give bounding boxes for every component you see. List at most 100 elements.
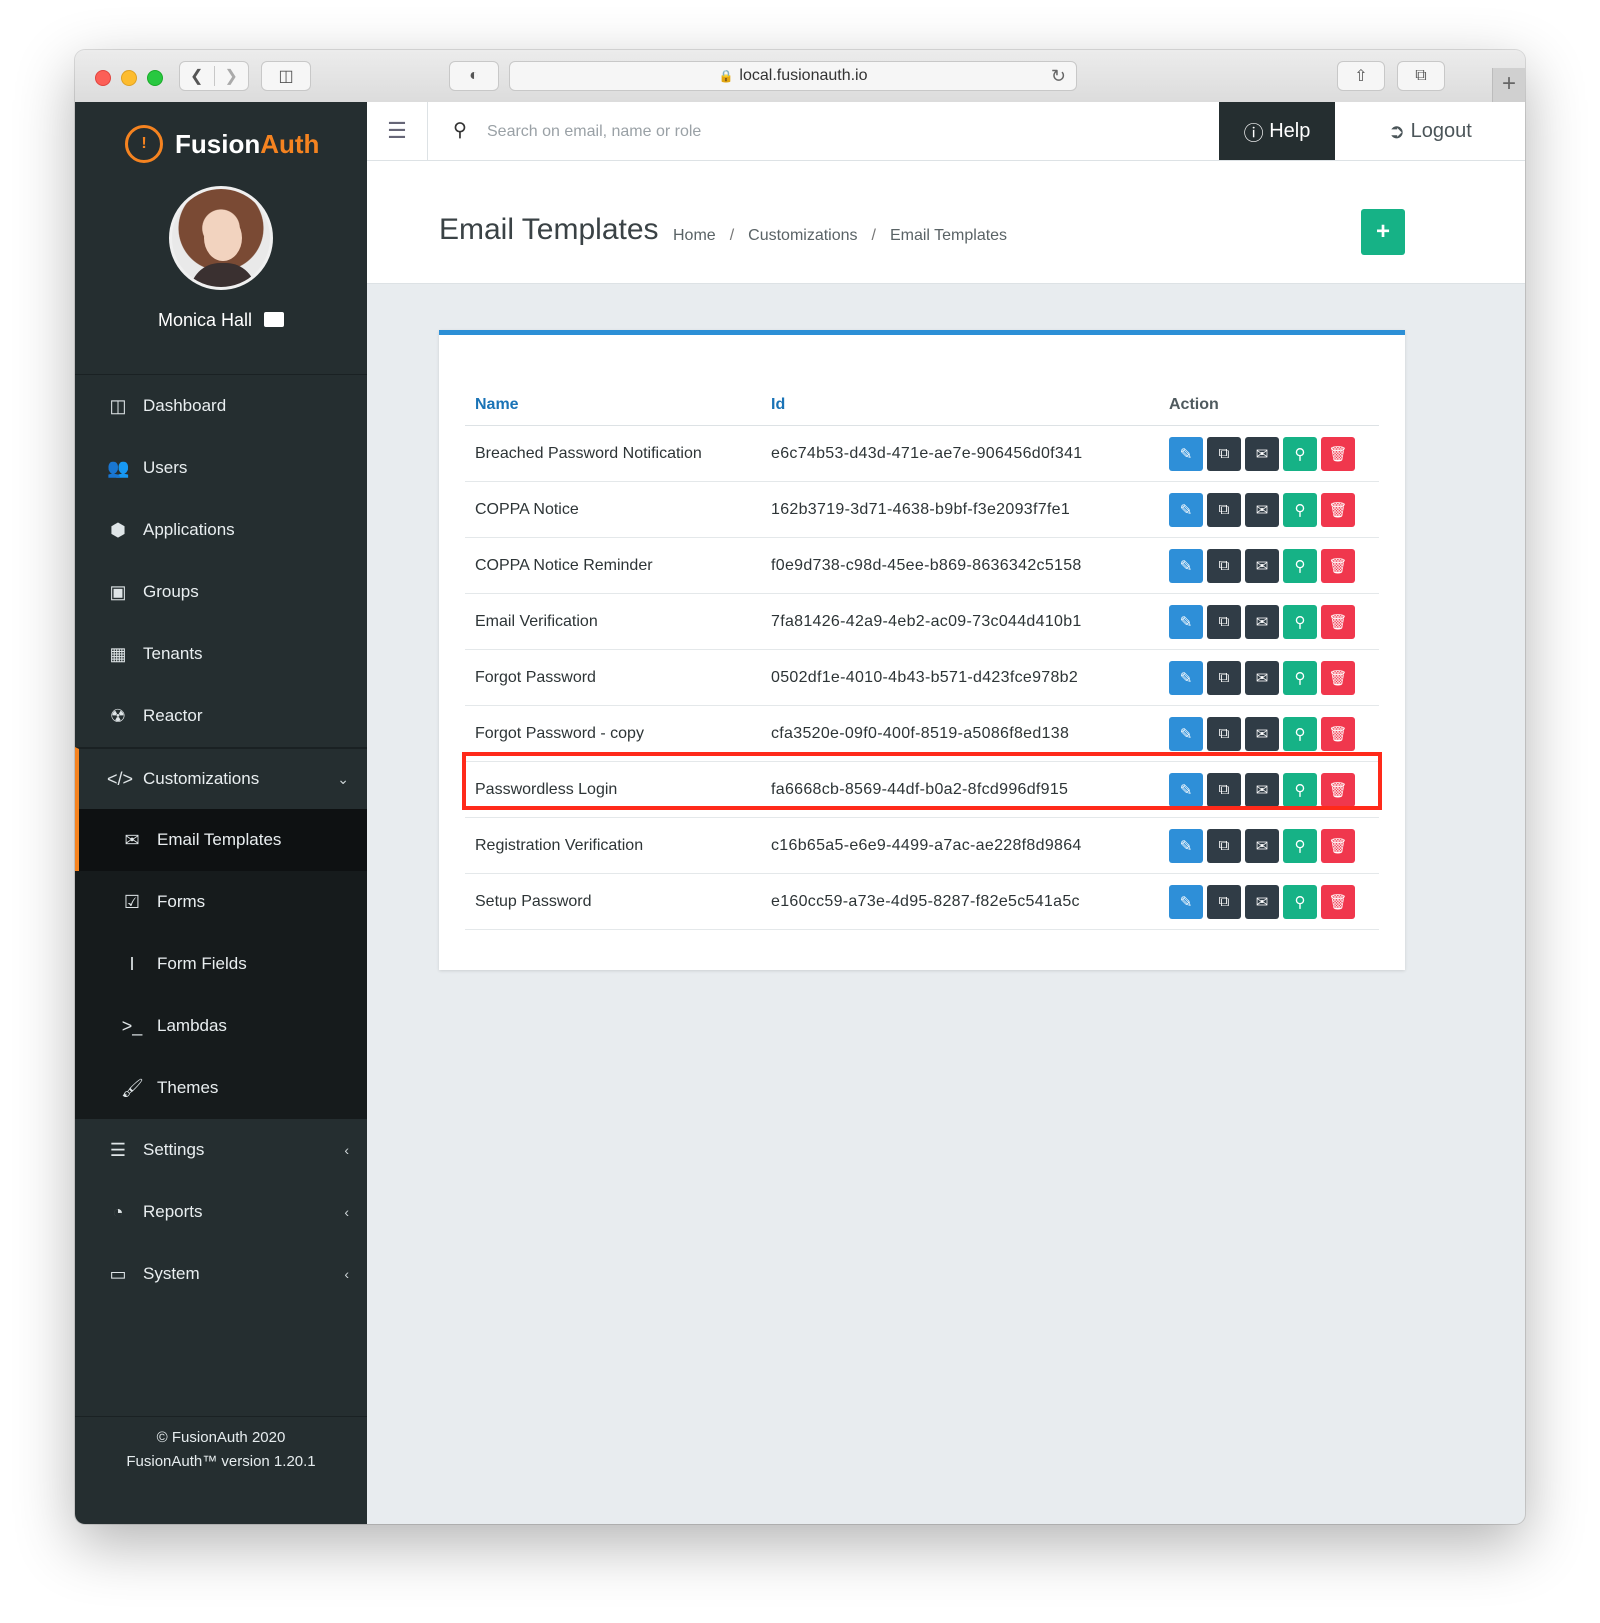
breadcrumb-customizations[interactable]: Customizations	[748, 227, 857, 244]
sidebar-item-email-templates[interactable]: ✉ Email Templates	[75, 809, 367, 871]
send-test-button[interactable]: ✉	[1245, 828, 1279, 863]
view-button[interactable]: ⚲	[1283, 604, 1317, 639]
sidebar-item-dashboard[interactable]: ◫ Dashboard	[75, 375, 367, 437]
send-test-button[interactable]: ✉	[1245, 492, 1279, 527]
delete-button[interactable]: 🗑	[1321, 660, 1355, 695]
delete-button[interactable]: 🗑	[1321, 492, 1355, 527]
send-test-button[interactable]: ✉	[1245, 772, 1279, 807]
delete-button[interactable]: 🗑	[1321, 436, 1355, 471]
duplicate-button[interactable]: ⧉	[1207, 548, 1241, 583]
sidebar-item-applications[interactable]: ⬢ Applications	[75, 499, 367, 561]
delete-button[interactable]: 🗑	[1321, 716, 1355, 751]
address-bar[interactable]: 🔒 local.fusionauth.io ↻	[509, 61, 1077, 91]
add-template-button[interactable]: +	[1361, 209, 1405, 255]
edit-button[interactable]: ✎	[1169, 716, 1203, 751]
envelope-icon: ✉	[1255, 445, 1269, 463]
view-button[interactable]: ⚲	[1283, 828, 1317, 863]
duplicate-button[interactable]: ⧉	[1207, 828, 1241, 863]
brand-logo[interactable]: ! FusionAuth	[125, 124, 319, 164]
sidebar-item-settings[interactable]: ☰ Settings ‹	[75, 1119, 367, 1181]
view-button[interactable]: ⚲	[1283, 436, 1317, 471]
building-icon: ▦	[109, 643, 127, 664]
search-input[interactable]	[485, 116, 1089, 148]
view-button[interactable]: ⚲	[1283, 660, 1317, 695]
sign-out-icon: ➲	[1388, 120, 1411, 143]
tabs-overview-button[interactable]: ⧉	[1397, 61, 1445, 91]
send-test-button[interactable]: ✉	[1245, 548, 1279, 583]
sidebar-item-system[interactable]: ▭ System ‹	[75, 1243, 367, 1305]
text-cursor-icon: I	[129, 953, 135, 974]
sidebar-toggle-button[interactable]: ◫	[261, 61, 311, 91]
send-test-button[interactable]: ✉	[1245, 436, 1279, 471]
sidebar-item-users[interactable]: 👥 Users	[75, 437, 367, 499]
edit-button[interactable]: ✎	[1169, 828, 1203, 863]
send-test-button[interactable]: ✉	[1245, 716, 1279, 751]
edit-button[interactable]: ✎	[1169, 884, 1203, 919]
page-header: Email Templates Home / Customizations / Emai…	[367, 161, 1525, 284]
id-card-icon[interactable]	[264, 312, 285, 327]
duplicate-button[interactable]: ⧉	[1207, 604, 1241, 639]
avatar[interactable]	[169, 186, 273, 290]
table-row: Email Verification 7fa81426-42a9-4eb2-ac0…	[465, 593, 1379, 650]
privacy-shield-button[interactable]: ◐	[449, 61, 499, 91]
sidebar-item-forms[interactable]: ☑ Forms	[75, 871, 367, 933]
menu-toggle-icon[interactable]: ☰	[367, 102, 428, 160]
edit-button[interactable]: ✎	[1169, 492, 1203, 527]
view-button[interactable]: ⚲	[1283, 772, 1317, 807]
view-button[interactable]: ⚲	[1283, 492, 1317, 527]
view-button[interactable]: ⚲	[1283, 548, 1317, 583]
send-test-button[interactable]: ✉	[1245, 660, 1279, 695]
duplicate-button[interactable]: ⧉	[1207, 492, 1241, 527]
column-header-id[interactable]: Id	[761, 385, 1159, 426]
sidebar-item-tenants[interactable]: ▦ Tenants	[75, 623, 367, 685]
users-icon: 👥	[107, 457, 130, 478]
share-button[interactable]: ⇧	[1337, 61, 1385, 91]
duplicate-button[interactable]: ⧉	[1207, 716, 1241, 751]
edit-icon: ✎	[1179, 613, 1193, 631]
delete-button[interactable]: 🗑	[1321, 772, 1355, 807]
fusionauth-logo-icon: !	[125, 125, 163, 163]
edit-icon: ✎	[1179, 557, 1193, 575]
edit-button[interactable]: ✎	[1169, 660, 1203, 695]
send-test-button[interactable]: ✉	[1245, 604, 1279, 639]
reload-icon[interactable]: ↻	[1051, 66, 1066, 87]
zoom-window-button[interactable]	[147, 70, 163, 86]
edit-button[interactable]: ✎	[1169, 604, 1203, 639]
help-button[interactable]: ⓘ Help	[1219, 102, 1335, 160]
new-tab-button[interactable]: +	[1492, 68, 1525, 102]
duplicate-button[interactable]: ⧉	[1207, 660, 1241, 695]
duplicate-button[interactable]: ⧉	[1207, 772, 1241, 807]
minimize-window-button[interactable]	[121, 70, 137, 86]
edit-button[interactable]: ✎	[1169, 436, 1203, 471]
sidebar-item-reports[interactable]: ◔ Reports ‹	[75, 1181, 367, 1243]
sidebar-item-form-fields[interactable]: I Form Fields	[75, 933, 367, 995]
trash-icon: 🗑	[1328, 613, 1348, 631]
breadcrumb-home[interactable]: Home	[673, 227, 716, 244]
column-header-name[interactable]: Name	[465, 385, 761, 426]
groups-icon: ▣	[109, 581, 127, 602]
delete-button[interactable]: 🗑	[1321, 548, 1355, 583]
forward-icon[interactable]: ❯	[213, 66, 249, 86]
sidebar-item-themes[interactable]: 🖌 Themes	[75, 1057, 367, 1119]
history-nav: ❮ ❯	[179, 61, 249, 91]
send-test-button[interactable]: ✉	[1245, 884, 1279, 919]
sidebar-item-reactor[interactable]: ☢ Reactor	[75, 685, 367, 747]
edit-button[interactable]: ✎	[1169, 548, 1203, 583]
view-button[interactable]: ⚲	[1283, 884, 1317, 919]
edit-button[interactable]: ✎	[1169, 772, 1203, 807]
template-id: c16b65a5-e6e9-4499-a7ac-ae228f8d9864	[761, 817, 1159, 874]
view-button[interactable]: ⚲	[1283, 716, 1317, 751]
terminal-icon: >_	[121, 1015, 143, 1036]
close-window-button[interactable]	[95, 70, 111, 86]
duplicate-button[interactable]: ⧉	[1207, 436, 1241, 471]
back-icon[interactable]: ❮	[180, 66, 214, 86]
sidebar-item-groups[interactable]: ▣ Groups	[75, 561, 367, 623]
delete-button[interactable]: 🗑	[1321, 884, 1355, 919]
delete-button[interactable]: 🗑	[1321, 828, 1355, 863]
sidebar-item-lambdas[interactable]: >_ Lambdas	[75, 995, 367, 1057]
sidebar-item-customizations[interactable]: </> Customizations ⌄	[75, 747, 367, 809]
duplicate-button[interactable]: ⧉	[1207, 884, 1241, 919]
logout-button[interactable]: ➲ Logout	[1335, 102, 1525, 160]
delete-button[interactable]: 🗑	[1321, 604, 1355, 639]
search-icon: ⚲	[1294, 837, 1306, 855]
